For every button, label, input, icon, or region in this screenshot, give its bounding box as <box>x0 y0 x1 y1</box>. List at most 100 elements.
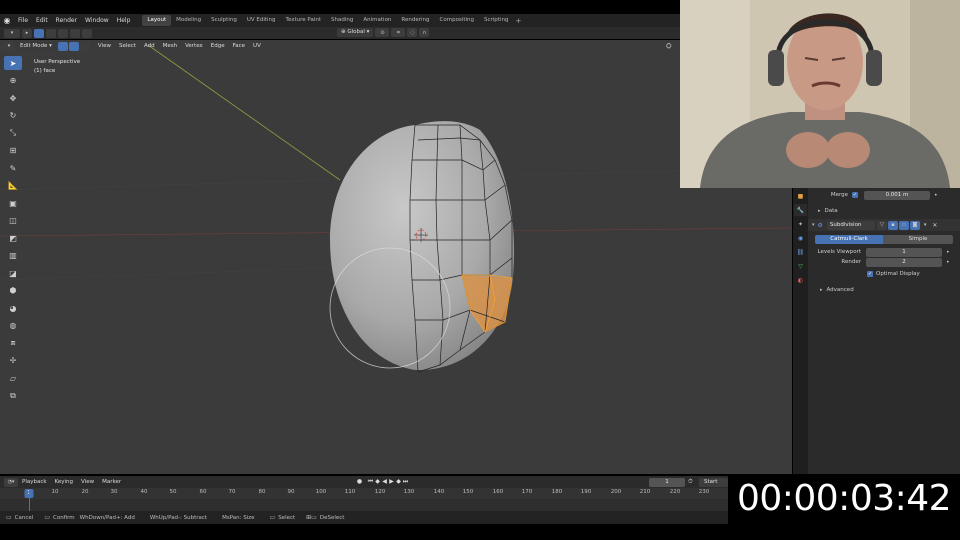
select-box-tool-icon[interactable]: ➤ <box>4 56 22 70</box>
extrude-tool-icon[interactable]: ▣ <box>4 196 22 210</box>
menu-playback[interactable]: Playback <box>18 476 51 488</box>
menu-face[interactable]: Face <box>229 40 249 52</box>
tab-rendering[interactable]: Rendering <box>396 15 434 26</box>
falloff-icon[interactable]: ∩ <box>419 28 430 37</box>
edit-mode-display-icon[interactable]: ▽ <box>876 220 887 230</box>
mode-dropdown[interactable]: Edit Mode ▾ <box>16 41 56 51</box>
tab-texture-paint[interactable]: Texture Paint <box>281 15 327 26</box>
collapse-arrow-icon[interactable]: ▾ <box>812 222 815 228</box>
annotate-tool-icon[interactable]: ✎ <box>4 161 22 175</box>
rip-tool-icon[interactable]: ⧉ <box>4 389 22 403</box>
tab-scripting[interactable]: Scripting <box>479 15 513 26</box>
tab-modeling[interactable]: Modeling <box>171 15 206 26</box>
spin-tool-icon[interactable]: ◕ <box>4 301 22 315</box>
measure-tool-icon[interactable]: 📐 <box>4 179 22 193</box>
simple-toggle[interactable]: Simple <box>883 234 953 244</box>
transform-tool-icon[interactable]: ⊞ <box>4 144 22 158</box>
render-display-icon[interactable]: ◙ <box>909 220 920 230</box>
jump-start-icon[interactable]: ⏮ <box>367 477 374 486</box>
tab-layout[interactable]: Layout <box>142 15 172 26</box>
merge-value-field[interactable]: 0.001 m <box>864 190 930 200</box>
data-panel-header[interactable]: ▸ Data <box>808 206 960 216</box>
proportional-edit-icon[interactable]: ◌ <box>407 28 418 37</box>
current-frame-field[interactable]: 1 <box>649 478 685 487</box>
select-mode-new-icon[interactable] <box>34 28 44 38</box>
shear-tool-icon[interactable]: ▱ <box>4 371 22 385</box>
select-mode-extend-icon[interactable] <box>46 28 56 38</box>
knife-tool-icon[interactable]: ◪ <box>4 266 22 280</box>
menu-edit[interactable]: Edit <box>32 14 52 27</box>
jump-keyframe-back-icon[interactable]: ◆ <box>374 477 381 486</box>
shrink-fatten-tool-icon[interactable]: ✢ <box>4 354 22 368</box>
jump-keyframe-forward-icon[interactable]: ◆ <box>395 477 402 486</box>
menu-view[interactable]: View <box>94 40 115 52</box>
particles-properties-icon[interactable]: ✦ <box>794 218 807 230</box>
play-icon[interactable]: ▶ <box>388 477 395 486</box>
clock-icon[interactable]: ⏱ <box>688 478 693 486</box>
levels-keyframe-icon[interactable]: • <box>946 249 950 256</box>
poly-build-tool-icon[interactable]: ⬢ <box>4 284 22 298</box>
tab-shading[interactable]: Shading <box>326 15 358 26</box>
play-reverse-icon[interactable]: ◀ <box>381 477 388 486</box>
bevel-tool-icon[interactable]: ◩ <box>4 231 22 245</box>
menu-select[interactable]: Select <box>115 40 140 52</box>
edge-select-icon[interactable] <box>68 41 79 51</box>
menu-timeline-view[interactable]: View <box>77 476 98 488</box>
tab-compositing[interactable]: Compositing <box>435 15 479 26</box>
modifier-properties-icon[interactable]: 🔧 <box>794 204 807 216</box>
inset-tool-icon[interactable]: ◫ <box>4 214 22 228</box>
on-cage-icon[interactable]: ▪ <box>887 220 898 230</box>
menu-vertex[interactable]: Vertex <box>181 40 207 52</box>
menu-file[interactable]: File <box>14 14 32 27</box>
editor-type-icon[interactable]: ▾ <box>4 28 20 38</box>
tab-uv-editing[interactable]: UV Editing <box>242 15 281 26</box>
physics-properties-icon[interactable]: ◉ <box>794 232 807 244</box>
render-keyframe-icon[interactable]: • <box>946 259 950 266</box>
viewport-editor-type-icon[interactable]: ▾ <box>4 41 14 51</box>
vertex-select-icon[interactable] <box>57 41 68 51</box>
menu-window[interactable]: Window <box>81 14 113 27</box>
pivot-icon[interactable]: ⊙ <box>375 28 390 37</box>
modifier-menu-icon[interactable]: ▾ <box>924 222 927 228</box>
optimal-display-checkbox[interactable]: ✓ <box>867 271 873 277</box>
modifier-name-field[interactable]: Subdivision <box>826 220 875 230</box>
select-mode-intersect-icon[interactable] <box>82 28 92 38</box>
edge-slide-tool-icon[interactable]: ⧈ <box>4 336 22 350</box>
select-mode-subtract-icon[interactable] <box>58 28 68 38</box>
menu-render[interactable]: Render <box>52 14 81 27</box>
3d-viewport[interactable]: User Perspective (1) face <box>0 40 792 474</box>
record-icon[interactable]: ● <box>356 477 363 486</box>
menu-help[interactable]: Help <box>113 14 135 27</box>
merge-checkbox[interactable]: ✓ <box>852 192 858 198</box>
data-properties-icon[interactable]: ▽ <box>794 260 807 272</box>
cursor-tool-icon[interactable]: ⊕ <box>4 74 22 88</box>
select-mode-invert-icon[interactable] <box>70 28 80 38</box>
menu-uv[interactable]: UV <box>249 40 265 52</box>
timeline-ruler[interactable]: 1 10 20 30 40 50 60 70 80 90 100 110 120… <box>0 488 728 499</box>
merge-keyframe-icon[interactable]: • <box>934 192 938 199</box>
face-select-icon[interactable] <box>79 41 90 51</box>
select-tool-icon[interactable]: ▸ <box>22 28 32 38</box>
move-tool-icon[interactable]: ✥ <box>4 91 22 105</box>
material-properties-icon[interactable]: ◐ <box>794 274 807 286</box>
scale-tool-icon[interactable]: ⤡ <box>4 126 22 140</box>
catmull-clark-toggle[interactable]: Catmull-Clark <box>815 234 883 244</box>
start-frame-field[interactable]: Start <box>699 478 728 487</box>
timeline-area[interactable] <box>0 499 728 511</box>
remove-modifier-icon[interactable]: ✕ <box>932 222 937 229</box>
loop-cut-tool-icon[interactable]: ▥ <box>4 249 22 263</box>
add-workspace-icon[interactable]: + <box>513 17 523 25</box>
menu-mesh[interactable]: Mesh <box>159 40 181 52</box>
levels-viewport-field[interactable]: 1 <box>866 247 942 257</box>
playhead-line[interactable] <box>29 489 30 511</box>
orientation-dropdown[interactable]: ⊕ Global ▾ <box>337 28 374 37</box>
object-properties-icon[interactable]: ■ <box>794 190 807 202</box>
snap-icon[interactable]: ⌗ <box>391 28 406 37</box>
viewport-display-icon[interactable]: ▭ <box>898 220 909 230</box>
advanced-panel-header[interactable]: ▸ Advanced <box>808 285 960 295</box>
head-mesh[interactable] <box>330 121 515 371</box>
constraints-properties-icon[interactable]: ⛓ <box>794 246 807 258</box>
render-levels-field[interactable]: 2 <box>866 257 942 267</box>
menu-keying[interactable]: Keying <box>51 476 77 488</box>
blender-logo-icon[interactable]: ◉ <box>0 14 14 27</box>
